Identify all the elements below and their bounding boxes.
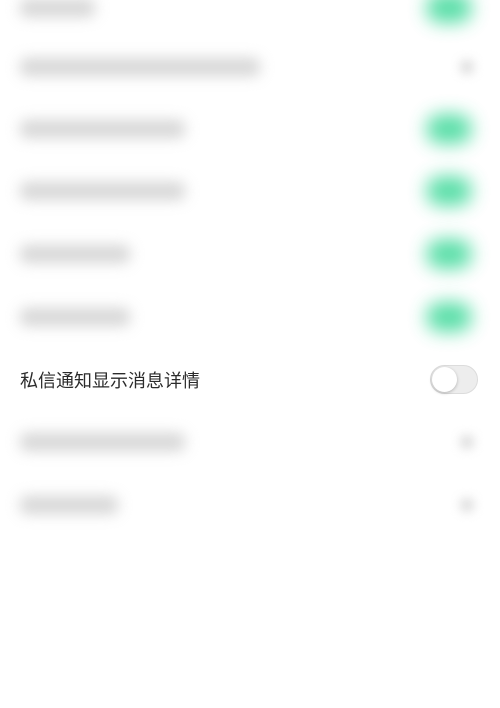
toggle-switch-on[interactable] (426, 176, 472, 206)
toggle-switch-on[interactable] (426, 302, 472, 332)
blurred-row-label (20, 308, 130, 326)
toggle-switch-on[interactable] (426, 114, 472, 144)
toggle-switch-on[interactable] (426, 239, 472, 269)
toggle-switch-on[interactable] (426, 0, 472, 23)
blurred-row-label (20, 245, 130, 263)
blurred-row-label (20, 496, 118, 514)
toggle-knob (432, 367, 457, 392)
settings-row-blurred-6[interactable] (0, 286, 500, 348)
blurred-row-label (20, 0, 95, 17)
settings-row-blurred-1[interactable] (0, 0, 500, 39)
blurred-row-label (20, 120, 185, 138)
blurred-row-label (20, 433, 185, 451)
settings-row-dm-notification-details[interactable]: 私信通知显示消息详情 (0, 349, 500, 411)
settings-row-blurred-4[interactable] (0, 160, 500, 222)
chevron-right-icon (460, 60, 474, 74)
settings-row-blurred-2[interactable] (0, 36, 500, 98)
blurred-row-label (20, 182, 185, 200)
chevron-right-icon (460, 435, 474, 449)
chevron-right-icon (460, 498, 474, 512)
toggle-switch-off[interactable] (430, 365, 478, 394)
settings-row-blurred-8[interactable] (0, 411, 500, 473)
blurred-row-label (20, 58, 260, 76)
settings-row-blurred-3[interactable] (0, 98, 500, 160)
settings-row-blurred-5[interactable] (0, 223, 500, 285)
settings-row-blurred-9[interactable] (0, 474, 500, 536)
row-label: 私信通知显示消息详情 (20, 371, 200, 392)
